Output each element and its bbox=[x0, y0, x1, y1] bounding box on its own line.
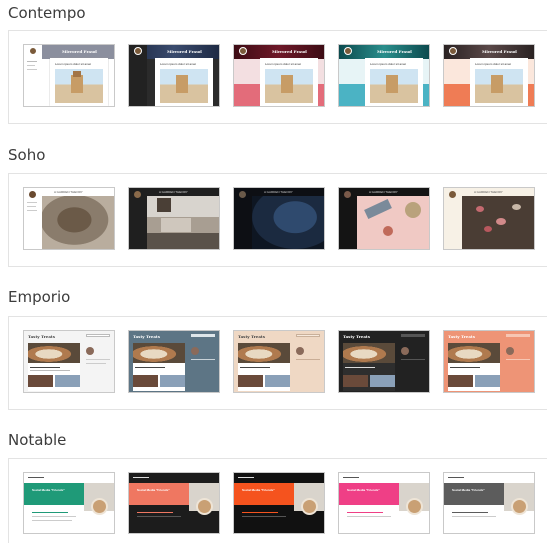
theme-thumbnail-emporio-peach[interactable]: Tasty Treats bbox=[233, 330, 325, 393]
theme-thumbnail-contempo-light[interactable]: Mirrored Fraud Lorem ipsum dolor sit ame… bbox=[23, 44, 115, 107]
post-title: Social Media "Friends" bbox=[32, 488, 65, 492]
theme-thumbnail-emporio-light[interactable]: Tasty Treats bbox=[23, 330, 115, 393]
theme-thumbnail-notable-green[interactable]: Social Media "Friends" bbox=[23, 472, 115, 534]
blog-name: A GARDEN THEORY bbox=[264, 190, 293, 194]
blog-heading: Mirrored Fraud bbox=[62, 49, 97, 54]
theme-thumbnail-soho-navy[interactable]: A GARDEN THEORY bbox=[233, 187, 325, 250]
blog-name: A GARDEN THEORY bbox=[369, 190, 398, 194]
theme-panel-soho: A GARDEN THEORY A GARDEN THEORY A GARDEN… bbox=[8, 173, 547, 267]
section-title-emporio: Emporio bbox=[8, 288, 71, 306]
theme-thumbnail-soho-dark[interactable]: A GARDEN THEORY bbox=[128, 187, 220, 250]
theme-thumbnail-notable-orange[interactable]: Social Media "Friends" bbox=[233, 472, 325, 534]
post-title: Social Media "Friends" bbox=[347, 488, 380, 492]
post-title: Social Media "Friends" bbox=[137, 488, 170, 492]
blog-name: Tasty Treats bbox=[238, 334, 266, 339]
post-title: Social Media "Friends" bbox=[452, 488, 485, 492]
blog-name: Tasty Treats bbox=[133, 334, 161, 339]
theme-thumbnail-emporio-dark[interactable]: Tasty Treats bbox=[338, 330, 430, 393]
blog-heading: Mirrored Fraud bbox=[272, 49, 307, 54]
blog-name: Tasty Treats bbox=[448, 334, 476, 339]
theme-thumbnail-emporio-slate[interactable]: Tasty Treats bbox=[128, 330, 220, 393]
post-title: Lorem ipsum dolor sit amet bbox=[160, 62, 197, 66]
theme-thumbnail-soho-light[interactable]: A GARDEN THEORY bbox=[23, 187, 115, 250]
theme-thumbnail-emporio-coral[interactable]: Tasty Treats bbox=[443, 330, 535, 393]
post-title: Lorem ipsum dolor sit amet bbox=[475, 62, 512, 66]
post-title: Lorem ipsum dolor sit amet bbox=[370, 62, 407, 66]
theme-panel-emporio: Tasty Treats Tasty Treats Tasty Treats T… bbox=[8, 316, 547, 410]
theme-thumbnail-contempo-orange[interactable]: Mirrored Fraud Lorem ipsum dolor sit ame… bbox=[443, 44, 535, 107]
theme-thumbnail-notable-pink[interactable]: Social Media "Friends" bbox=[338, 472, 430, 534]
blog-heading: Mirrored Fraud bbox=[377, 49, 412, 54]
post-title: Lorem ipsum dolor sit amet bbox=[265, 62, 302, 66]
theme-thumbnail-soho-pink[interactable]: A GARDEN THEORY bbox=[338, 187, 430, 250]
theme-panel-contempo: Mirrored Fraud Lorem ipsum dolor sit ame… bbox=[8, 30, 547, 124]
section-title-contempo: Contempo bbox=[8, 4, 86, 22]
theme-panel-notable: Social Media "Friends" Social Media "Fri… bbox=[8, 458, 547, 543]
theme-thumbnail-notable-gray[interactable]: Social Media "Friends" bbox=[443, 472, 535, 534]
post-title: Lorem ipsum dolor sit amet bbox=[55, 62, 92, 66]
section-title-notable: Notable bbox=[8, 431, 67, 449]
blog-name: A GARDEN THEORY bbox=[54, 190, 83, 194]
theme-thumbnail-contempo-pink[interactable]: Mirrored Fraud Lorem ipsum dolor sit ame… bbox=[233, 44, 325, 107]
blog-heading: Mirrored Fraud bbox=[167, 49, 202, 54]
theme-thumbnail-notable-black[interactable]: Social Media "Friends" bbox=[128, 472, 220, 534]
blog-name: A GARDEN THEORY bbox=[159, 190, 188, 194]
section-title-soho: Soho bbox=[8, 146, 46, 164]
blog-name: A GARDEN THEORY bbox=[474, 190, 503, 194]
post-title: Social Media "Friends" bbox=[242, 488, 275, 492]
theme-thumbnail-soho-cream[interactable]: A GARDEN THEORY bbox=[443, 187, 535, 250]
blog-name: Tasty Treats bbox=[343, 334, 371, 339]
blog-heading: Mirrored Fraud bbox=[482, 49, 517, 54]
theme-thumbnail-contempo-teal[interactable]: Mirrored Fraud Lorem ipsum dolor sit ame… bbox=[338, 44, 430, 107]
blog-name: Tasty Treats bbox=[28, 334, 56, 339]
theme-thumbnail-contempo-dark[interactable]: Mirrored Fraud Lorem ipsum dolor sit ame… bbox=[128, 44, 220, 107]
